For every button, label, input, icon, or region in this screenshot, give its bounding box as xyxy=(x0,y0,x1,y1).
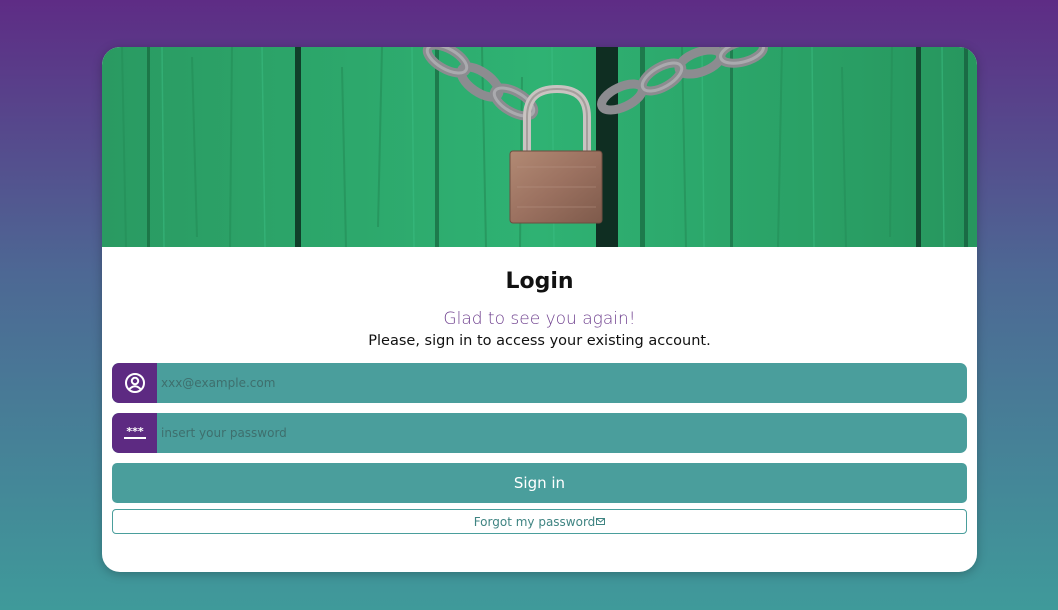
forgot-password-button[interactable]: Forgot my password xyxy=(112,509,967,534)
forgot-password-label: Forgot my password xyxy=(473,514,596,529)
sign-in-description: Please, sign in to access your existing … xyxy=(368,333,711,349)
welcome-subtitle: Glad to see you again! xyxy=(443,309,636,329)
mail-icon xyxy=(596,514,606,528)
sign-in-button[interactable]: Sign in xyxy=(112,463,967,503)
login-card: Login Glad to see you again! Please, sig… xyxy=(102,47,977,572)
user-circle-icon xyxy=(112,363,157,403)
svg-text:***: *** xyxy=(126,425,144,438)
email-input[interactable] xyxy=(157,363,957,403)
padlock-chain-image xyxy=(102,47,977,247)
email-field-group xyxy=(112,363,967,403)
page-title: Login xyxy=(505,269,574,294)
password-field-group: *** xyxy=(112,413,967,453)
password-icon: *** xyxy=(112,413,157,453)
password-input[interactable] xyxy=(157,413,957,453)
